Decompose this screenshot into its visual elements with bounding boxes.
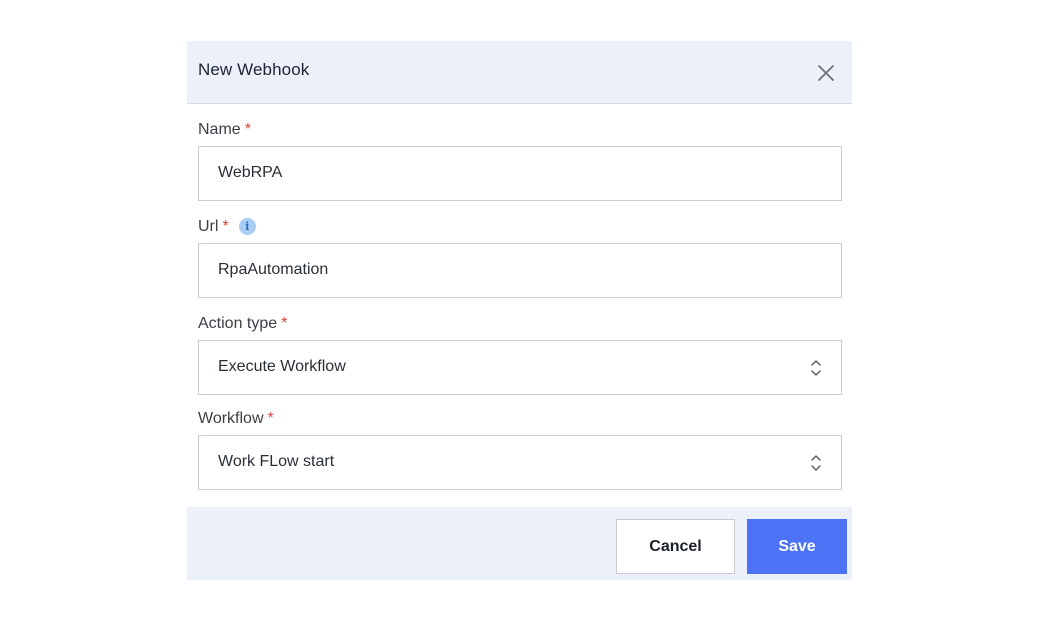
action-type-select[interactable]: Execute Workflow <box>198 340 842 395</box>
name-label-text: Name <box>198 121 241 138</box>
action-type-label-text: Action type <box>198 315 278 332</box>
required-marker: * <box>281 315 288 332</box>
url-input[interactable]: RpaAutomation <box>198 243 842 298</box>
new-webhook-dialog: New Webhook Name * WebRPA Url * i RpaAutoma… <box>187 41 852 580</box>
updown-chevron-icon <box>809 453 823 473</box>
url-label-text: Url <box>198 218 219 235</box>
required-marker: * <box>267 410 274 427</box>
info-icon[interactable]: i <box>238 218 256 235</box>
required-marker: * <box>222 218 229 235</box>
workflow-label: Workflow * <box>198 410 274 428</box>
url-input-value: RpaAutomation <box>218 261 329 278</box>
dialog-title: New Webhook <box>198 60 310 79</box>
action-type-label: Action type * <box>198 315 287 333</box>
name-input-value: WebRPA <box>218 164 283 181</box>
dialog-footer: Cancel Save <box>187 507 852 580</box>
cancel-button[interactable]: Cancel <box>616 519 735 574</box>
name-input[interactable]: WebRPA <box>198 146 842 201</box>
close-icon[interactable] <box>815 62 837 84</box>
url-label: Url * i <box>198 218 256 236</box>
dialog-header: New Webhook <box>187 41 852 104</box>
save-button[interactable]: Save <box>747 519 847 574</box>
workflow-label-text: Workflow <box>198 410 264 427</box>
workflow-selected-value: Work FLow start <box>218 453 335 470</box>
action-type-selected-value: Execute Workflow <box>218 358 346 375</box>
workflow-select[interactable]: Work FLow start <box>198 435 842 490</box>
required-marker: * <box>244 121 251 138</box>
updown-chevron-icon <box>809 358 823 378</box>
name-label: Name * <box>198 121 251 139</box>
